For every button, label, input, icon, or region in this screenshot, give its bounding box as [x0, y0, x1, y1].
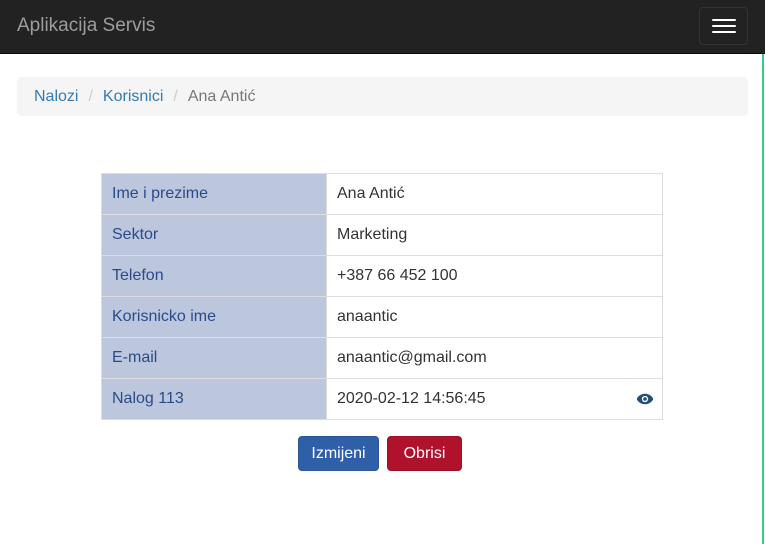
row-label: Korisnicko ime	[101, 296, 327, 338]
row-value: +387 66 452 100	[326, 255, 663, 297]
table-row: Nalog 113 2020-02-12 14:56:45	[101, 378, 663, 420]
app-brand[interactable]: Aplikacija Servis	[17, 15, 155, 37]
table-row: Telefon +387 66 452 100	[101, 255, 663, 297]
order-timestamp: 2020-02-12 14:56:45	[337, 390, 486, 407]
top-navbar: Aplikacija Servis	[0, 0, 765, 54]
hamburger-menu-icon-bar	[711, 25, 736, 27]
hamburger-menu-icon-bar	[711, 19, 736, 21]
delete-button[interactable]: Obrisi	[387, 436, 462, 471]
breadcrumb: Nalozi / Korisnici / Ana Antić	[17, 77, 748, 116]
breadcrumb-link-nalozi[interactable]: Nalozi	[34, 88, 78, 106]
page-edge-divider	[762, 54, 764, 544]
row-value: Marketing	[326, 214, 663, 256]
table-row: Ime i prezime Ana Antić	[101, 173, 663, 215]
row-value: anaantic	[326, 296, 663, 338]
table-row: E-mail anaantic@gmail.com	[101, 337, 663, 379]
edit-button[interactable]: Izmijeni	[298, 436, 379, 471]
hamburger-menu-icon-bar	[711, 31, 736, 33]
table-row: Sektor Marketing	[101, 214, 663, 256]
breadcrumb-link-korisnici[interactable]: Korisnici	[103, 88, 163, 106]
row-label: Sektor	[101, 214, 327, 256]
row-value: Ana Antić	[326, 173, 663, 215]
table-row: Korisnicko ime anaantic	[101, 296, 663, 338]
user-details-table: Ime i prezime Ana Antić Sektor Marketing…	[101, 173, 663, 420]
row-label: Telefon	[101, 255, 327, 297]
row-label: Nalog 113	[101, 378, 327, 420]
hamburger-menu-button[interactable]	[699, 7, 748, 45]
row-label: E-mail	[101, 337, 327, 379]
breadcrumb-current: Ana Antić	[187, 87, 256, 105]
row-label: Ime i prezime	[101, 173, 327, 215]
breadcrumb-separator: /	[88, 87, 93, 105]
order-row-value: 2020-02-12 14:56:45	[326, 378, 663, 420]
eye-icon[interactable]	[636, 390, 654, 408]
breadcrumb-separator: /	[173, 87, 178, 105]
row-value: anaantic@gmail.com	[326, 337, 663, 379]
